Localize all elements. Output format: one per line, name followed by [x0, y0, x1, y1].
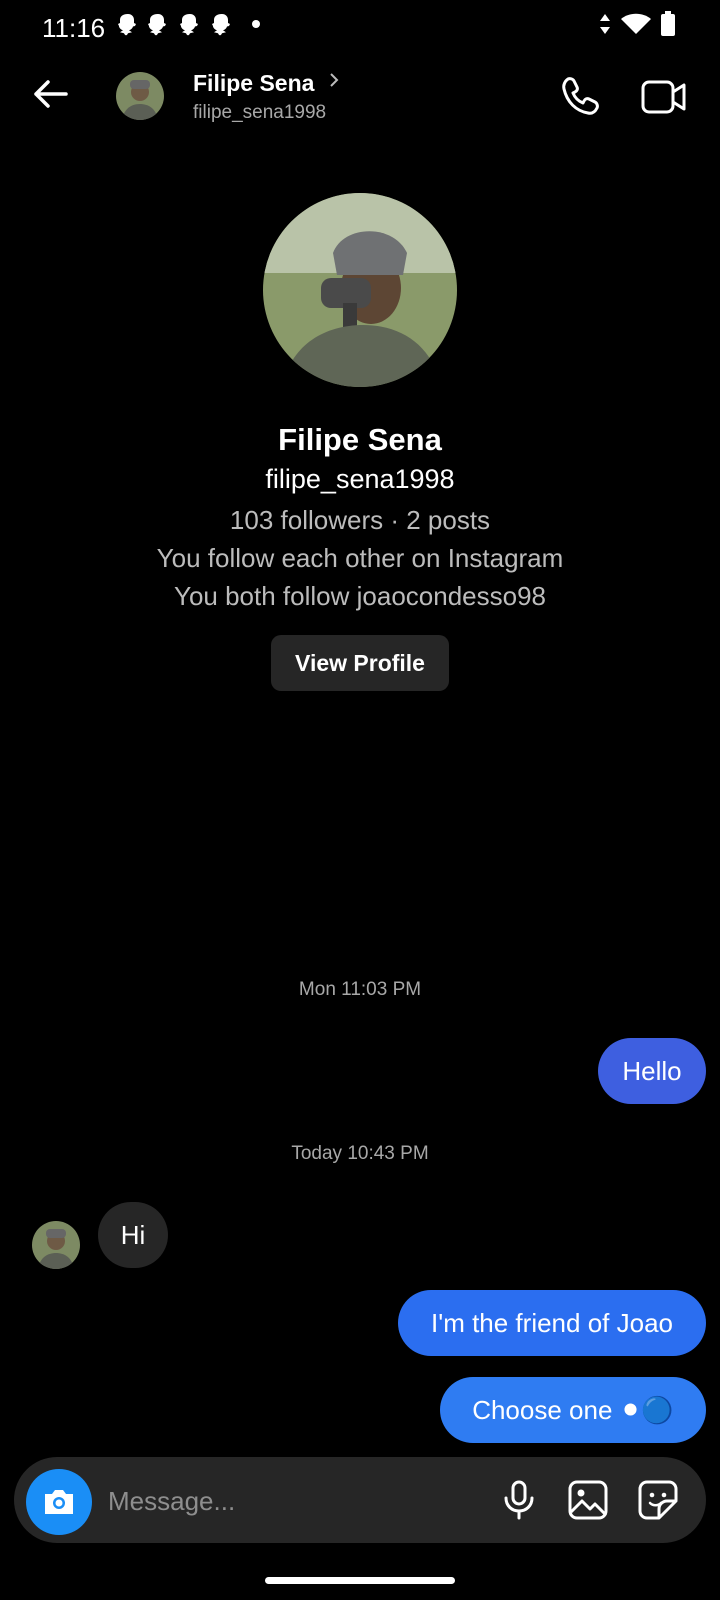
snapchat-icon — [180, 14, 198, 36]
camera-button[interactable] — [26, 1469, 92, 1535]
wifi-icon — [621, 13, 651, 34]
sent-message[interactable]: Choose one ⚫🔵 — [440, 1377, 706, 1443]
header-username[interactable]: filipe_sena1998 — [193, 102, 326, 124]
message-input[interactable] — [106, 1477, 470, 1525]
profile-username: filipe_sena1998 — [265, 464, 455, 494]
home-indicator[interactable] — [265, 1577, 455, 1584]
microphone-icon[interactable] — [497, 1478, 541, 1522]
view-profile-button[interactable]: View Profile — [271, 635, 449, 691]
sender-avatar[interactable] — [32, 1221, 80, 1269]
gallery-icon[interactable] — [566, 1478, 610, 1522]
mutual-friend-text: You both follow joaocondesso98 — [174, 581, 546, 611]
camera-icon — [45, 1490, 73, 1514]
sent-message[interactable]: Hello — [598, 1038, 706, 1104]
sent-message[interactable]: I'm the friend of Joao — [398, 1290, 706, 1356]
profile-avatar — [263, 193, 457, 387]
header-avatar[interactable] — [116, 72, 164, 120]
profile-name: Filipe Sena — [278, 422, 442, 457]
phone-icon[interactable] — [558, 74, 604, 120]
sticker-icon[interactable] — [636, 1478, 680, 1522]
snapchat-icon — [118, 14, 136, 36]
status-time: 11:16 — [42, 13, 106, 43]
timestamp: Mon 11:03 PM — [298, 979, 422, 1000]
header-name[interactable]: Filipe Sena — [193, 70, 314, 97]
snapchat-icon — [148, 14, 166, 36]
data-arrows-icon — [600, 14, 610, 34]
mutual-follow-text: You follow each other on Instagram — [156, 543, 564, 573]
status-icons — [598, 10, 676, 38]
battery-icon — [661, 11, 675, 36]
received-message[interactable]: Hi — [98, 1202, 168, 1268]
timestamp: Today 10:43 PM — [291, 1143, 429, 1164]
chevron-right-icon[interactable] — [326, 70, 342, 90]
video-camera-icon[interactable] — [640, 74, 688, 120]
profile-stats: 103 followers · 2 posts — [229, 505, 491, 535]
notification-dot — [252, 20, 260, 28]
back-arrow-icon[interactable] — [28, 72, 72, 116]
snapchat-icon — [212, 14, 230, 36]
